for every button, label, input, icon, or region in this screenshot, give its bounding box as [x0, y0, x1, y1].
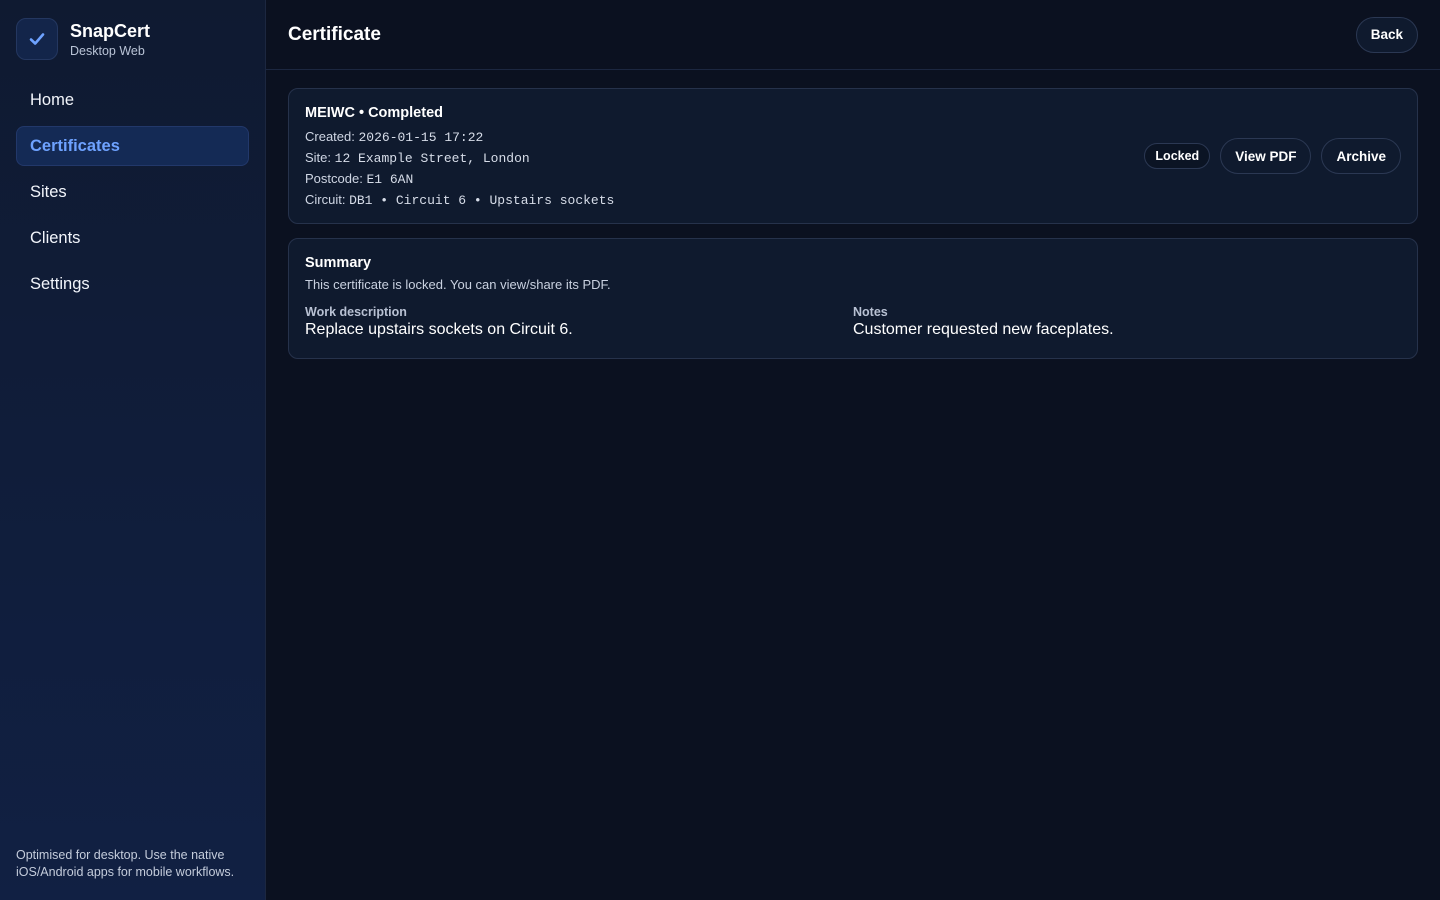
main-content: Certificate Back MEIWC • Completed Creat…: [266, 0, 1440, 900]
certificate-actions: Locked View PDF Archive: [1144, 138, 1401, 174]
page-title: Certificate: [288, 23, 381, 45]
view-pdf-button[interactable]: View PDF: [1220, 138, 1312, 174]
circuit-row: Circuit: DB1 • Circuit 6 • Upstairs sock…: [305, 190, 614, 211]
work-description-label: Work description: [305, 305, 407, 319]
certificate-info: MEIWC • Completed Created: 2026-01-15 17…: [305, 105, 614, 211]
content-area: MEIWC • Completed Created: 2026-01-15 17…: [266, 70, 1440, 377]
check-icon: [16, 18, 58, 60]
notes-label: Notes: [853, 305, 888, 319]
back-button[interactable]: Back: [1355, 16, 1418, 53]
work-description-field: Work description Replace upstairs socket…: [305, 305, 853, 340]
top-bar: Certificate Back: [266, 0, 1440, 70]
work-description-value: Replace upstairs sockets on Circuit 6.: [305, 321, 573, 338]
circuit-label: Circuit:: [305, 192, 346, 207]
sidebar-item-home[interactable]: Home: [16, 80, 249, 120]
site-row: Site: 12 Example Street, London: [305, 148, 614, 169]
circuit-value: DB1 • Circuit 6 • Upstairs sockets: [349, 193, 615, 208]
sidebar-item-settings[interactable]: Settings: [16, 264, 249, 304]
created-value: 2026-01-15 17:22: [358, 130, 484, 145]
notes-value: Customer requested new faceplates.: [853, 321, 1114, 338]
sidebar-item-clients[interactable]: Clients: [16, 218, 249, 258]
certificate-title: MEIWC • Completed: [305, 105, 443, 121]
brand-name: SnapCert: [70, 21, 151, 41]
sidebar-nav: Home Certificates Sites Clients Settings: [16, 80, 249, 304]
sidebar-item-sites[interactable]: Sites: [16, 172, 249, 212]
status-badge: Locked: [1144, 143, 1211, 169]
sidebar-item-certificates[interactable]: Certificates: [16, 126, 249, 166]
created-label: Created:: [305, 129, 355, 144]
sidebar-footer-note: Optimised for desktop. Use the native iO…: [16, 848, 235, 879]
app-root: SnapCert Desktop Web Home Certificates S…: [0, 0, 1440, 900]
summary-title: Summary: [305, 255, 372, 271]
site-value: 12 Example Street, London: [334, 151, 530, 166]
sidebar: SnapCert Desktop Web Home Certificates S…: [0, 0, 266, 900]
created-row: Created: 2026-01-15 17:22: [305, 127, 614, 148]
postcode-label: Postcode:: [305, 171, 363, 186]
postcode-row: Postcode: E1 6AN: [305, 169, 614, 190]
site-label: Site:: [305, 150, 332, 165]
brand: SnapCert Desktop Web: [16, 18, 249, 60]
notes-field: Notes Customer requested new faceplates.: [853, 305, 1401, 340]
summary-fields: Work description Replace upstairs socket…: [305, 305, 1401, 340]
brand-subtitle: Desktop Web: [70, 44, 145, 58]
postcode-value: E1 6AN: [366, 172, 414, 187]
archive-button[interactable]: Archive: [1321, 138, 1401, 174]
summary-text: This certificate is locked. You can view…: [305, 277, 611, 292]
summary-card: Summary This certificate is locked. You …: [288, 238, 1418, 359]
certificate-card: MEIWC • Completed Created: 2026-01-15 17…: [288, 88, 1418, 224]
